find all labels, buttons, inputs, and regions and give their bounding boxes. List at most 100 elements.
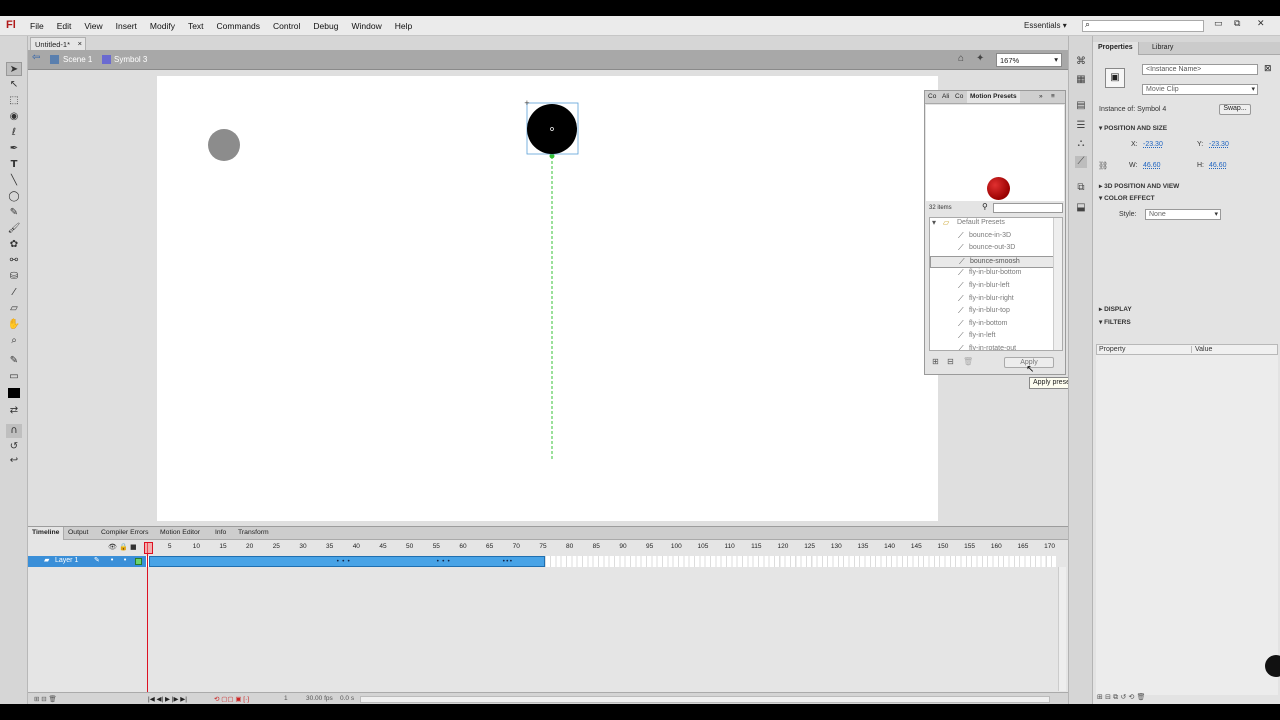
new-folder-icon[interactable]: ⊟ <box>947 357 954 366</box>
stroke-color-icon[interactable]: ✎ <box>6 354 22 368</box>
transform-icon[interactable]: ⬓ <box>1075 202 1087 214</box>
pencil-tool-icon[interactable]: ✎ <box>6 206 22 220</box>
tab-library[interactable]: Library <box>1147 42 1178 55</box>
playback-controls[interactable]: |◀ ◀| ▶ |▶ ▶| <box>148 695 187 703</box>
section-position-size[interactable]: ▾ POSITION AND SIZE <box>1099 124 1167 132</box>
instance-name-input[interactable]: <Instance Name> <box>1142 64 1258 75</box>
save-preset-icon[interactable]: ⊞ <box>932 357 939 366</box>
breadcrumb-scene[interactable]: Scene 1 <box>63 55 92 64</box>
section-3d-position[interactable]: ▸ 3D POSITION AND VIEW <box>1099 182 1179 190</box>
tween-span[interactable]: • • • • • • ••• <box>149 556 545 567</box>
tab-transform[interactable]: Transform <box>234 527 273 540</box>
lock-dot[interactable]: • <box>123 556 127 564</box>
line-tool-icon[interactable]: ╲ <box>6 174 22 188</box>
minimize-button[interactable]: ▭ <box>1214 19 1223 29</box>
preset-list[interactable]: ▾ ▱ Default Presets ⟋ bounce-in-3D ⟋ bounce-… <box>929 217 1063 351</box>
color-panel-icon[interactable]: ▦ <box>1075 74 1087 86</box>
h-value[interactable]: 46.60 <box>1209 162 1227 169</box>
menu-edit[interactable]: Edit <box>57 21 72 31</box>
menu-control[interactable]: Control <box>273 21 300 31</box>
snap-to-objects-icon[interactable]: ∩ <box>6 424 22 438</box>
edit-scene-icon[interactable]: ⌂ <box>958 53 964 64</box>
menu-file[interactable]: File <box>30 21 44 31</box>
tab-output[interactable]: Output <box>64 527 92 540</box>
edit-symbols-icon[interactable]: ✦ <box>976 53 984 64</box>
menu-insert[interactable]: Insert <box>116 21 137 31</box>
document-tab[interactable]: Untitled-1* × <box>30 37 86 50</box>
components-icon[interactable]: ⛬ <box>1075 138 1087 150</box>
code-snippets-icon[interactable]: ⧉ <box>1075 182 1087 194</box>
zoom-select[interactable]: 167% ▾ <box>996 53 1062 67</box>
tab-compiler-errors[interactable]: Compiler Errors <box>97 527 153 540</box>
preset-item[interactable]: ⟋ bounce-in-3D <box>930 231 1054 244</box>
preset-list-scrollbar[interactable] <box>1053 218 1062 350</box>
swap-colors-icon[interactable]: ⇄ <box>6 404 22 418</box>
symbol-type-select[interactable]: Movie Clip ▾ <box>1142 84 1258 95</box>
fill-color-icon[interactable]: ▭ <box>6 370 22 384</box>
tab-motion-presets[interactable]: Motion Presets <box>967 91 1020 103</box>
text-tool-icon[interactable]: T <box>6 158 22 172</box>
tab-motion-editor[interactable]: Motion Editor <box>156 527 204 540</box>
menu-debug[interactable]: Debug <box>313 21 338 31</box>
preset-item[interactable]: ⟋ fly-in-bottom <box>930 319 1054 332</box>
close-tab-icon[interactable]: × <box>78 39 82 48</box>
outline-color-swatch[interactable] <box>135 558 142 565</box>
subselection-tool-icon[interactable]: ↖ <box>6 78 22 92</box>
selection-tool-icon[interactable]: ➤ <box>6 62 22 76</box>
section-filters[interactable]: ▾ FILTERS <box>1099 318 1131 326</box>
motion-presets-icon[interactable]: ⟋ <box>1075 156 1087 168</box>
menu-help[interactable]: Help <box>395 21 412 31</box>
preset-item[interactable]: ⟋ fly-in-blur-bottom <box>930 268 1054 281</box>
fill-swatch[interactable] <box>8 388 20 398</box>
stage[interactable]: + <box>157 76 938 521</box>
frame-ruler[interactable]: 5 10 15 20 25 30 35 40 45 50 55 60 65 70 75 80 85 90 95 100… <box>146 542 1056 554</box>
menu-text[interactable]: Text <box>188 21 204 31</box>
preset-item[interactable]: ⟋ fly-in-left <box>930 331 1054 344</box>
help-search-input[interactable]: ⌕ <box>1082 20 1204 32</box>
preset-item[interactable]: ⟋ fly-in-rotate-out <box>930 344 1054 350</box>
restore-button[interactable]: ⧉ <box>1234 19 1240 29</box>
tab-color[interactable]: Co <box>928 93 936 100</box>
panel-menu-icon[interactable]: ⊠ <box>1264 64 1272 74</box>
tab-timeline[interactable]: Timeline <box>28 527 65 540</box>
hand-tool-icon[interactable]: ✋ <box>6 318 22 332</box>
close-window-button[interactable]: ✕ <box>1257 19 1265 29</box>
menu-window[interactable]: Window <box>351 21 381 31</box>
swap-button[interactable]: Swap... <box>1219 104 1251 115</box>
link-icon[interactable]: ⛓ <box>1098 161 1108 170</box>
preset-item[interactable]: ⟋ fly-in-blur-top <box>930 306 1054 319</box>
y-value[interactable]: -23.30 <box>1209 141 1229 148</box>
playhead[interactable] <box>144 542 153 702</box>
eraser-tool-icon[interactable]: ▱ <box>6 302 22 316</box>
breadcrumb-symbol[interactable]: Symbol 3 <box>114 55 147 64</box>
black-ball[interactable] <box>527 104 577 154</box>
delete-preset-icon[interactable]: 🗑 <box>963 357 973 366</box>
timeline-scrollbar[interactable] <box>1058 567 1066 691</box>
back-arrow-icon[interactable]: ⇦ <box>32 52 40 63</box>
horizontal-scrollbar[interactable] <box>360 696 1050 703</box>
lasso-tool-icon[interactable]: ℓ <box>6 126 22 140</box>
tab-code[interactable]: Co <box>955 93 963 100</box>
smooth-icon[interactable]: ↺ <box>6 440 22 454</box>
x-value[interactable]: -23.30 <box>1143 141 1163 148</box>
3d-rotation-tool-icon[interactable]: ◉ <box>6 110 22 124</box>
panel-menu-icon[interactable]: ≡ <box>1051 93 1055 100</box>
preset-search-input[interactable] <box>993 203 1063 213</box>
visibility-dot[interactable]: • <box>110 556 114 564</box>
preset-folder[interactable]: ▾ ▱ Default Presets <box>930 218 1054 231</box>
paint-bucket-tool-icon[interactable]: ⛁ <box>6 270 22 284</box>
section-display[interactable]: ▸ DISPLAY <box>1099 305 1132 313</box>
library-icon[interactable]: ▤ <box>1075 100 1087 112</box>
floating-action-button[interactable] <box>1265 655 1280 677</box>
add-filter-icon[interactable]: ⊞ ⊟ ⧉ ↺ ⟲ 🗑 <box>1097 693 1145 702</box>
straighten-icon[interactable]: ↩ <box>6 454 22 468</box>
current-frame[interactable]: 1 <box>284 695 288 702</box>
color-style-select[interactable]: None ▾ <box>1145 209 1221 220</box>
preset-item[interactable]: ⟋ fly-in-blur-left <box>930 281 1054 294</box>
frame-rate[interactable]: 30.00 fps <box>306 695 333 702</box>
w-value[interactable]: 46.60 <box>1143 162 1161 169</box>
onion-skin-icons[interactable]: ⟲ ▢▢ ▣ [·] <box>214 695 249 703</box>
bone-tool-icon[interactable]: ⚯ <box>6 254 22 268</box>
menu-modify[interactable]: Modify <box>150 21 175 31</box>
new-layer-icon[interactable]: ⊞ ⊟ 🗑 <box>34 695 57 703</box>
